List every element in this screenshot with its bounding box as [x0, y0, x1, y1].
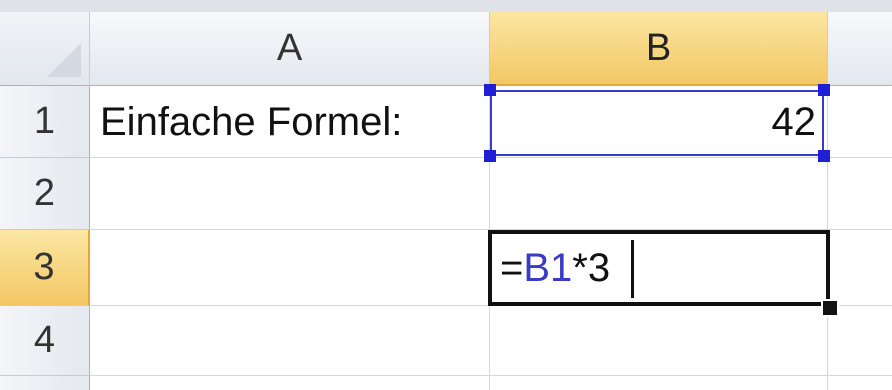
reference-handle[interactable] [818, 84, 830, 96]
cell-a1[interactable]: Einfache Formel: [100, 102, 402, 142]
reference-handle[interactable] [484, 84, 496, 96]
reference-handle[interactable] [484, 150, 496, 162]
text-cursor [631, 240, 634, 298]
select-all-icon [47, 43, 81, 77]
spreadsheet-grid: A B 1 2 3 4 Einfache Formel: 42 =B1*3 [0, 0, 892, 390]
select-all-button[interactable] [0, 12, 90, 86]
row-header-2[interactable]: 2 [0, 158, 90, 230]
cell-b3-formula[interactable]: =B1*3 [500, 248, 610, 288]
fill-handle[interactable] [821, 299, 839, 317]
toolbar-edge [0, 0, 892, 12]
column-header-a[interactable]: A [90, 12, 490, 86]
formula-equals: = [500, 246, 524, 290]
cell-b1[interactable]: 42 [772, 102, 817, 142]
row-header-4[interactable]: 4 [0, 306, 90, 376]
gridline [90, 375, 892, 376]
formula-reference: B1 [523, 246, 573, 290]
reference-handle[interactable] [818, 150, 830, 162]
column-header-b[interactable]: B [490, 12, 828, 86]
row-header-5-partial[interactable] [0, 376, 90, 390]
formula-operator: *3 [572, 246, 611, 290]
column-header-c-partial[interactable] [828, 12, 892, 86]
row-header-3[interactable]: 3 [0, 230, 90, 306]
row-header-1[interactable]: 1 [0, 86, 90, 158]
